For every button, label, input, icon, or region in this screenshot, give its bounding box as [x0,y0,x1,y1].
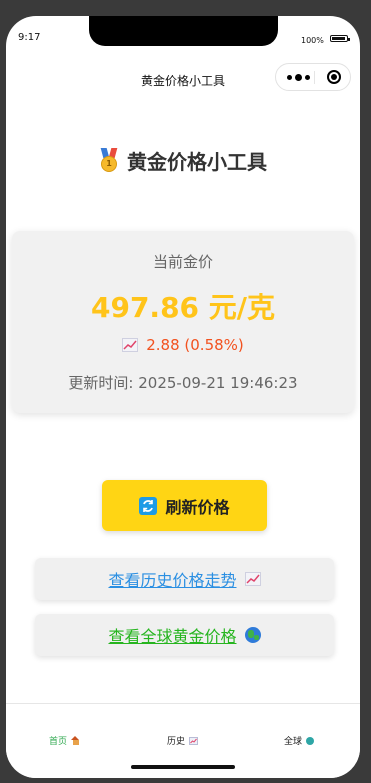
battery-percent: 100% [301,36,324,45]
home-indicator [131,765,235,769]
globe-icon [306,736,315,745]
history-link[interactable]: 查看历史价格走势 [35,558,334,600]
miniprogram-capsule [275,63,351,91]
tab-history-label: 历史 [167,737,186,747]
chart-up-icon [189,736,199,745]
global-price-link[interactable]: 查看全球黄金价格 [35,614,334,656]
house-icon [71,736,80,745]
phone-screen: 9:17 100% 黄金价格小工具 1 黄金价格小工具 当前金价 497.86 … [6,16,360,778]
page-title-text: 黄金价格小工具 [127,150,267,174]
tab-history[interactable]: 历史 [167,734,199,747]
price-value: 497.86 元/克 [90,291,276,324]
capsule-divider [314,71,315,84]
status-time: 9:17 [18,32,41,43]
global-link-text: 查看全球黄金价格 [108,627,237,646]
close-target-icon[interactable] [327,70,341,84]
chart-up-icon [244,572,261,586]
price-change: 2.88 (0.58%) [12,336,354,354]
more-icon[interactable] [284,71,312,83]
tab-global[interactable]: 全球 [284,734,315,747]
tab-global-label: 全球 [284,737,303,747]
update-time: 更新时间: 2025-09-21 19:46:23 [68,374,298,392]
refresh-icon [139,496,158,515]
price-card: 当前金价 497.86 元/克 2.88 (0.58%) 更新时间: 2025-… [12,231,354,413]
refresh-button[interactable]: 刷新价格 [102,480,267,531]
price-change-text: 2.88 (0.58%) [146,336,244,354]
price-label: 当前金价 [152,253,213,271]
globe-icon [244,627,261,643]
chart-up-icon [122,338,139,352]
medal-icon: 1 [99,147,119,174]
history-link-text: 查看历史价格走势 [108,571,237,590]
page-title: 1 黄金价格小工具 [6,146,360,175]
battery-icon [330,35,350,42]
notch [89,16,278,46]
refresh-button-label: 刷新价格 [165,497,230,517]
tab-home[interactable]: 首页 [49,734,80,747]
tab-home-label: 首页 [49,737,68,747]
